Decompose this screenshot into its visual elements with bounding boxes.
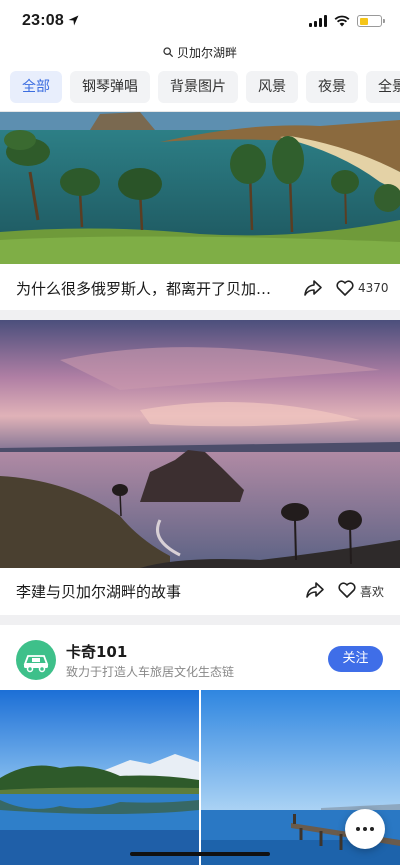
tab-background-images[interactable]: 背景图片 xyxy=(158,71,238,103)
card-title[interactable]: 李建与贝加尔湖畔的故事 xyxy=(16,581,181,602)
tab-scenery[interactable]: 风景 xyxy=(246,71,298,103)
video-card[interactable]: 李建与贝加尔湖畔的故事 喜欢 xyxy=(0,320,400,615)
status-icons xyxy=(309,14,385,28)
more-icon xyxy=(356,827,360,831)
category-tabs: 全部 钢琴弹唱 背景图片 风景 夜景 全景 xyxy=(0,64,400,112)
search-icon xyxy=(163,47,173,57)
battery-icon xyxy=(357,15,385,27)
tab-piano-singing[interactable]: 钢琴弹唱 xyxy=(70,71,150,103)
lake-shore-image[interactable] xyxy=(0,112,400,264)
status-bar: 23:08 xyxy=(0,0,400,40)
like-count: 4370 xyxy=(358,281,389,295)
heart-icon[interactable] xyxy=(336,280,354,296)
avatar[interactable] xyxy=(16,640,56,680)
location-arrow-icon xyxy=(68,15,79,26)
heart-icon[interactable] xyxy=(338,582,356,598)
home-indicator xyxy=(130,852,270,856)
share-icon[interactable] xyxy=(305,581,325,599)
author-description: 致力于打造人车旅居文化生态链 xyxy=(66,665,235,679)
author-name[interactable]: 卡奇101 xyxy=(66,641,127,662)
card-footer: 李建与贝加尔湖畔的故事 喜欢 xyxy=(0,569,400,613)
status-time: 23:08 xyxy=(22,12,64,29)
shaman-rock-sunset-image[interactable] xyxy=(0,320,400,568)
search-query[interactable]: 贝加尔湖畔 xyxy=(177,44,237,61)
tab-night-view[interactable]: 夜景 xyxy=(306,71,358,103)
card-title[interactable]: 为什么很多俄罗斯人，都离开了贝加… xyxy=(16,278,271,299)
like-label: 喜欢 xyxy=(360,585,385,599)
search-bar[interactable]: 贝加尔湖畔 xyxy=(0,40,400,64)
share-icon[interactable] xyxy=(303,279,323,297)
signal-icon xyxy=(309,15,327,27)
video-card[interactable]: 为什么很多俄罗斯人，都离开了贝加… 4370 xyxy=(0,112,400,310)
author-card: 卡奇101 致力于打造人车旅居文化生态链 关注 xyxy=(0,625,400,865)
follow-button[interactable]: 关注 xyxy=(328,646,383,672)
mountain-lake-image[interactable] xyxy=(0,690,199,865)
tab-panorama[interactable]: 全景 xyxy=(366,71,400,103)
more-button[interactable] xyxy=(345,809,385,849)
wifi-icon xyxy=(334,15,350,27)
card-footer: 为什么很多俄罗斯人，都离开了贝加… 4370 xyxy=(0,266,400,310)
rv-logo-icon xyxy=(23,655,49,673)
tab-all[interactable]: 全部 xyxy=(10,71,62,103)
